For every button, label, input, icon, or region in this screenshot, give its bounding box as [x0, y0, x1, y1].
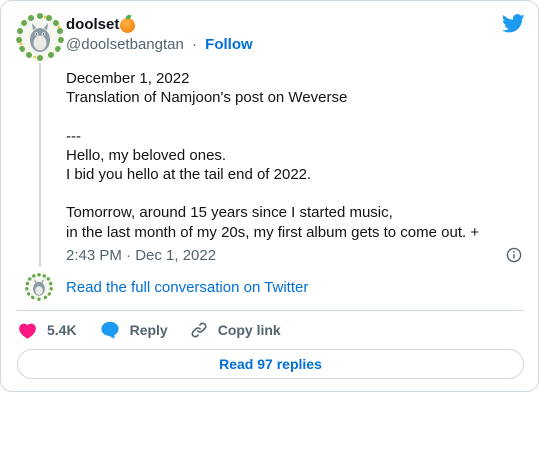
read-replies-button[interactable]: Read 97 replies — [17, 349, 524, 379]
tweet-timestamp[interactable]: 2:43 PM · Dec 1, 2022 — [66, 247, 216, 265]
orange-tangerine-icon — [120, 14, 136, 33]
like-count: 5.4K — [47, 322, 77, 338]
tweet-line: in the last month of my 20s, my first al… — [66, 223, 480, 241]
twitter-bird-icon[interactable] — [502, 14, 525, 33]
tweet-text: December 1, 2022 Translation of Namjoon'… — [66, 69, 506, 242]
author-name-row[interactable]: doolset — [66, 14, 136, 34]
link-icon — [191, 322, 207, 338]
like-button[interactable]: 5.4K — [18, 322, 77, 339]
reply-button[interactable]: Reply — [100, 321, 168, 339]
action-bar: 5.4K Reply Copy link — [17, 319, 281, 341]
conversation-avatar[interactable] — [25, 273, 53, 301]
tweet-line: Tomorrow, around 15 years since I starte… — [66, 204, 393, 222]
reply-label: Reply — [129, 322, 168, 338]
tweet-line: Hello, my beloved ones. — [66, 146, 227, 164]
tweet-line: --- — [66, 127, 81, 145]
author-handle-row: @doolsetbangtan · Follow — [66, 36, 253, 54]
reply-bubble-icon — [100, 321, 119, 339]
copy-link-label: Copy link — [217, 322, 281, 338]
author-handle[interactable]: @doolsetbangtan — [66, 36, 184, 53]
tweet-line — [66, 184, 506, 203]
follow-button[interactable]: Follow — [205, 36, 253, 53]
info-icon[interactable] — [506, 247, 522, 263]
copy-link-button[interactable]: Copy link — [190, 321, 281, 339]
tweet-line: December 1, 2022 — [66, 70, 190, 87]
heart-icon — [19, 323, 36, 339]
author-display-name[interactable]: doolset — [66, 16, 119, 34]
separator-dot: · — [192, 36, 197, 53]
tweet-line — [66, 107, 506, 126]
author-avatar[interactable] — [16, 13, 64, 61]
read-full-conversation-link[interactable]: Read the full conversation on Twitter — [66, 279, 308, 297]
tweet-line: Translation of Namjoon's post on Weverse — [66, 89, 348, 107]
thread-line — [39, 63, 41, 267]
embedded-tweet-card: doolset @doolsetbangtan · Follow Decembe… — [0, 0, 539, 392]
divider — [17, 310, 524, 311]
tweet-line: I bid you hello at the tail end of 2022. — [66, 166, 312, 183]
